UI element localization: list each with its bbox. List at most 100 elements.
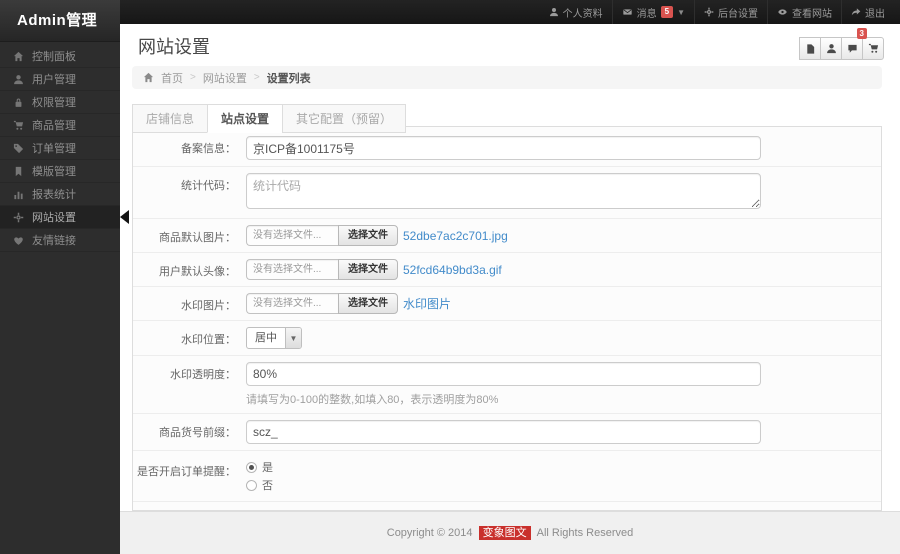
breadcrumb-home[interactable]: 首页 [161,70,183,86]
watermark-position-select[interactable]: 居中 ▼ [246,327,302,349]
gear-icon [13,212,24,223]
form-row-icp: 备案信息： [133,127,881,167]
page-title: 网站设置 [138,37,210,57]
user-icon [549,7,559,17]
watermark-image-label: 水印图片： [181,300,236,312]
copyright-post: All Rights Reserved [536,527,634,539]
sidebar-item-label: 用户管理 [32,74,76,86]
order-notify-no-label: 否 [262,480,273,492]
page-footer: Copyright © 2014 变象图文 All Rights Reserve… [120,511,900,554]
copyright-pre: Copyright © 2014 [386,527,473,539]
sidebar-item-reports[interactable]: 报表统计 [0,183,120,206]
comment-icon [847,43,858,54]
stats-code-label: 统计代码： [181,180,236,192]
sidebar-item-label: 权限管理 [32,97,76,109]
nav-item-view-site[interactable]: 查看网站 [767,0,841,24]
watermark-opacity-input[interactable] [246,362,761,386]
app-logo[interactable]: Admin管理 [0,0,120,42]
sidebar-item-templates[interactable]: 模版管理 [0,160,120,183]
messages-count-badge: 5 [660,6,674,18]
product-image-file-group: 没有选择文件... 选择文件 52dbe7ac2c701.jpg [246,225,508,246]
top-navbar: 个人资料 消息 5 ▼ 后台设置 查看网站 退出 [0,0,900,24]
sidebar-item-orders[interactable]: 订单管理 [0,137,120,160]
header-toolbar: 3 [799,28,884,60]
settings-form-panel: 备案信息： 统计代码： 商品默认图片： 没有选择文件... 选择文件 52dbe… [132,126,882,511]
avatar-browse-button[interactable]: 选择文件 [338,259,398,280]
cart-shortcut-button[interactable] [862,37,884,60]
nav-item-logout[interactable]: 退出 [841,0,894,24]
logout-arrow-icon [851,7,861,17]
sidebar-item-label: 控制面板 [32,51,76,63]
watermark-position-label: 水印位置： [181,334,236,346]
sidebar-item-products[interactable]: 商品管理 [0,114,120,137]
main-content: 网站设置 3 首页 > 网站设置 > 设置列表 店铺信息 站点设置 其它配置（预… [120,24,900,554]
form-row-sku-prefix: 商品货号前缀： [133,414,881,451]
sidebar-item-links[interactable]: 友情链接 [0,229,120,252]
default-avatar-label: 用户默认头像： [159,266,236,278]
watermark-file-group: 没有选择文件... 选择文件 水印图片 [246,293,451,314]
avatar-file-link[interactable]: 52fcd64b9bd3a.gif [403,263,502,277]
sidebar-item-permissions[interactable]: 权限管理 [0,91,120,114]
cart-icon [13,120,24,131]
user-icon [13,74,24,85]
watermark-browse-button[interactable]: 选择文件 [338,293,398,314]
user-icon [826,43,837,54]
radio-unchecked-icon[interactable] [246,479,257,491]
breadcrumb-current: 设置列表 [266,72,311,85]
order-notify-yes-label: 是 [262,462,273,474]
order-notify-option-yes[interactable]: 是 [246,459,881,475]
nav-item-messages[interactable]: 消息 5 ▼ [611,0,694,24]
toolbar-count-badge: 3 [856,28,867,39]
sku-prefix-input[interactable] [246,420,761,444]
eye-icon [777,7,788,17]
comments-shortcut-button[interactable] [841,37,863,60]
chevron-down-icon: ▼ [677,7,685,17]
sidebar-item-dashboard[interactable]: 控制面板 [0,45,120,68]
product-image-file-input[interactable]: 没有选择文件... [246,225,338,246]
avatar-file-input[interactable]: 没有选择文件... [246,259,338,280]
stats-code-textarea[interactable] [246,173,761,209]
file-shortcut-button[interactable] [799,37,821,60]
nav-profile-label: 个人资料 [562,8,603,20]
sidebar-item-label: 商品管理 [32,120,76,132]
product-image-browse-button[interactable]: 选择文件 [338,225,398,246]
watermark-file-input[interactable]: 没有选择文件... [246,293,338,314]
form-row-email-verify: 是否开启会员邮箱验证： 是 否 [133,502,881,510]
sidebar-item-label: 模版管理 [32,166,76,178]
sidebar-item-site-settings[interactable]: 网站设置 [0,206,129,229]
watermark-opacity-label: 水印透明度： [170,369,236,381]
tag-icon [13,143,24,154]
sidebar-item-users[interactable]: 用户管理 [0,68,120,91]
form-row-default-product-image: 商品默认图片： 没有选择文件... 选择文件 52dbe7ac2c701.jpg [133,219,881,253]
breadcrumb-separator: > [253,72,260,83]
tab-site-settings[interactable]: 站点设置 [207,104,284,133]
sidebar-item-label: 友情链接 [32,235,76,247]
heart-icon [13,235,24,246]
sidebar-item-label: 订单管理 [32,143,76,155]
chart-icon [13,189,24,200]
nav-messages-label: 消息 [636,8,657,20]
nav-item-settings[interactable]: 后台设置 [694,0,767,24]
product-image-file-link[interactable]: 52dbe7ac2c701.jpg [403,229,508,243]
icp-input[interactable] [246,136,761,160]
form-row-default-avatar: 用户默认头像： 没有选择文件... 选择文件 52fcd64b9bd3a.gif [133,253,881,287]
sidebar-menu: 控制面板 用户管理 权限管理 商品管理 订单管理 模版管理 报表统计 网站设置 [0,45,129,252]
nav-logout-label: 退出 [865,8,885,20]
envelope-icon [622,7,633,17]
nav-item-profile[interactable]: 个人资料 [540,0,612,24]
sku-prefix-label: 商品货号前缀： [159,427,236,439]
form-row-watermark-position: 水印位置： 居中 ▼ [133,321,881,356]
tab-other-config[interactable]: 其它配置（预留） [282,104,407,133]
lock-icon [13,97,24,108]
tab-shop-info[interactable]: 店铺信息 [132,104,209,133]
nav-settings-label: 后台设置 [718,8,758,20]
breadcrumb: 首页 > 网站设置 > 设置列表 [132,66,882,89]
home-icon [143,72,154,83]
order-notify-option-no[interactable]: 否 [246,477,881,493]
watermark-file-link[interactable]: 水印图片 [403,295,451,312]
user-shortcut-button[interactable] [820,37,842,60]
breadcrumb-section[interactable]: 网站设置 [203,70,247,86]
sidebar: Admin管理 控制面板 用户管理 权限管理 商品管理 订单管理 模版管理 报表… [0,0,129,554]
form-row-watermark-image: 水印图片： 没有选择文件... 选择文件 水印图片 [133,287,881,321]
radio-checked-icon[interactable] [246,461,257,473]
